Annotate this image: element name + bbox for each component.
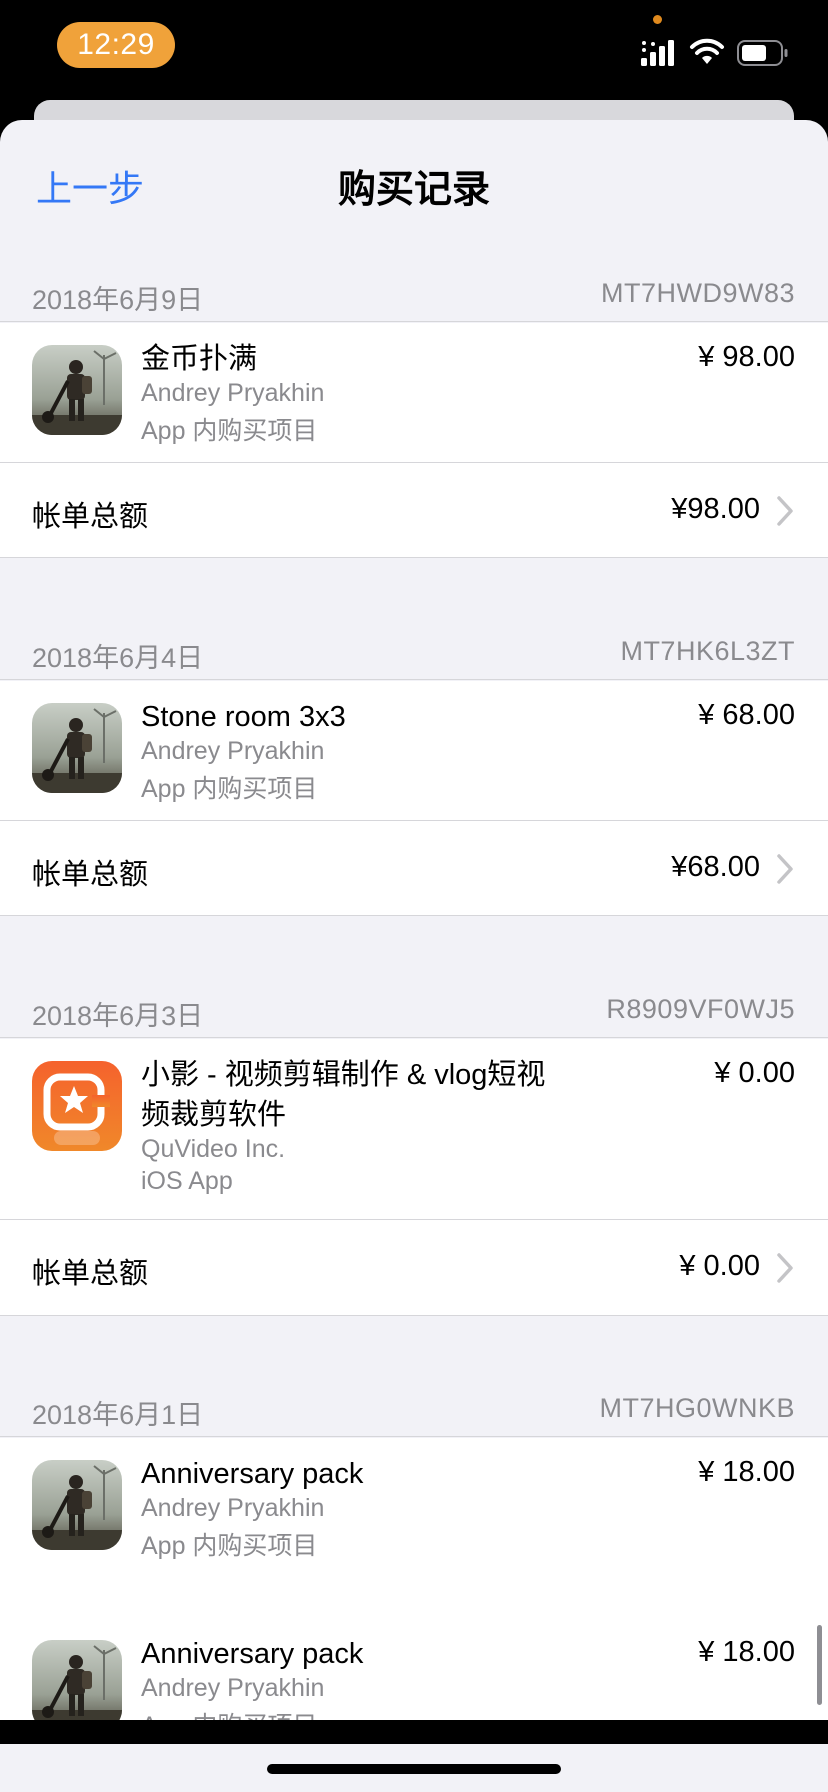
item-price: ¥ 0.00 xyxy=(714,1057,795,1089)
bill-total-row[interactable]: 帐单总额 ¥ 0.00 xyxy=(0,1220,828,1316)
order-card: 金币扑满 Andrey Pryakhin App 内购买项目 ¥ 98.00 帐… xyxy=(0,323,828,558)
purchase-item[interactable]: Anniversary pack Andrey Pryakhin App 内购买… xyxy=(0,1618,828,1720)
order-card: Anniversary pack Andrey Pryakhin App 内购买… xyxy=(0,1438,828,1720)
item-price: ¥ 68.00 xyxy=(698,699,795,731)
navigation-bar: 上一步 购买记录 xyxy=(0,120,828,240)
item-title: Anniversary pack xyxy=(141,1458,364,1490)
privacy-indicator-dot xyxy=(653,15,662,24)
item-developer: Andrey Pryakhin xyxy=(141,1674,325,1702)
page-title: 购买记录 xyxy=(337,169,490,211)
purchase-item[interactable]: 小影 - 视频剪辑制作 & vlog短视频裁剪软件 QuVideo Inc. i… xyxy=(0,1039,828,1220)
bottom-bar xyxy=(0,1720,828,1744)
item-developer: QuVideo Inc. xyxy=(141,1135,286,1163)
bill-total-value: ¥68.00 xyxy=(671,851,760,883)
video-editor-icon xyxy=(32,1061,122,1151)
item-price: ¥ 18.00 xyxy=(698,1636,795,1668)
bill-total-row[interactable]: 帐单总额 ¥68.00 xyxy=(0,821,828,917)
home-indicator-area xyxy=(0,1744,828,1792)
order-header: 2018年6月3日 R8909VF0WJ5 xyxy=(0,978,828,1038)
item-developer: Andrey Pryakhin xyxy=(141,379,325,407)
item-developer: Andrey Pryakhin xyxy=(141,737,325,765)
order-header: 2018年6月9日 MT7HWD9W83 xyxy=(0,262,828,322)
bill-total-row[interactable]: 帐单总额 ¥98.00 xyxy=(0,463,828,559)
item-developer: Andrey Pryakhin xyxy=(141,1494,325,1522)
purchase-item[interactable]: Anniversary pack Andrey Pryakhin App 内购买… xyxy=(0,1438,828,1618)
survival-game-icon xyxy=(32,703,122,793)
status-bar: 12:29 xyxy=(0,0,828,100)
survival-game-icon xyxy=(32,1640,122,1720)
wifi-icon xyxy=(690,38,724,64)
item-type: App 内购买项目 xyxy=(141,1706,317,1720)
order-date: 2018年6月3日 xyxy=(32,1001,204,1031)
cellular-signal-icon xyxy=(641,40,674,66)
purchase-history-sheet: 上一步 购买记录 2018年6月9日 MT7HWD9W83 金币扑满 Andre… xyxy=(0,120,828,1720)
item-title: Anniversary pack xyxy=(141,1638,364,1670)
item-price: ¥ 18.00 xyxy=(698,1456,795,1488)
survival-game-icon xyxy=(32,345,122,435)
bill-total-value: ¥ 0.00 xyxy=(679,1250,760,1282)
scroll-indicator[interactable] xyxy=(817,1625,822,1705)
item-type: App 内购买项目 xyxy=(141,1532,318,1560)
order-id: MT7HG0WNKB xyxy=(599,1393,795,1423)
item-title: Stone room 3x3 xyxy=(141,701,346,733)
battery-icon xyxy=(737,40,788,66)
bill-total-label: 帐单总额 xyxy=(32,501,149,533)
order-card: 小影 - 视频剪辑制作 & vlog短视频裁剪软件 QuVideo Inc. i… xyxy=(0,1039,828,1316)
order-date: 2018年6月1日 xyxy=(32,1400,204,1430)
chevron-right-icon xyxy=(777,496,793,526)
home-indicator[interactable] xyxy=(267,1764,561,1774)
item-price: ¥ 98.00 xyxy=(698,341,795,373)
item-type: App 内购买项目 xyxy=(141,775,318,803)
bill-total-label: 帐单总额 xyxy=(32,1258,149,1290)
item-title: 金币扑满 xyxy=(141,343,258,375)
status-time[interactable]: 12:29 xyxy=(57,22,175,68)
order-header: 2018年6月4日 MT7HK6L3ZT xyxy=(0,620,828,680)
order-id: R8909VF0WJ5 xyxy=(606,994,795,1024)
order-date: 2018年6月9日 xyxy=(32,285,204,315)
order-id: MT7HWD9W83 xyxy=(600,278,795,308)
purchase-item[interactable]: 金币扑满 Andrey Pryakhin App 内购买项目 ¥ 98.00 xyxy=(0,323,828,463)
item-title: 小影 - 视频剪辑制作 & vlog短视频裁剪软件 xyxy=(141,1059,546,1131)
bill-total-value: ¥98.00 xyxy=(671,493,760,525)
order-card: Stone room 3x3 Andrey Pryakhin App 内购买项目… xyxy=(0,681,828,916)
chevron-right-icon xyxy=(777,854,793,884)
survival-game-icon xyxy=(32,1460,122,1550)
order-header: 2018年6月1日 MT7HG0WNKB xyxy=(0,1377,828,1437)
order-id: MT7HK6L3ZT xyxy=(620,636,795,666)
purchase-item[interactable]: Stone room 3x3 Andrey Pryakhin App 内购买项目… xyxy=(0,681,828,821)
bill-total-label: 帐单总额 xyxy=(32,859,149,891)
order-date: 2018年6月4日 xyxy=(32,643,204,673)
item-type: App 内购买项目 xyxy=(141,417,318,445)
item-type: iOS App xyxy=(141,1167,233,1195)
chevron-right-icon xyxy=(777,1253,793,1283)
